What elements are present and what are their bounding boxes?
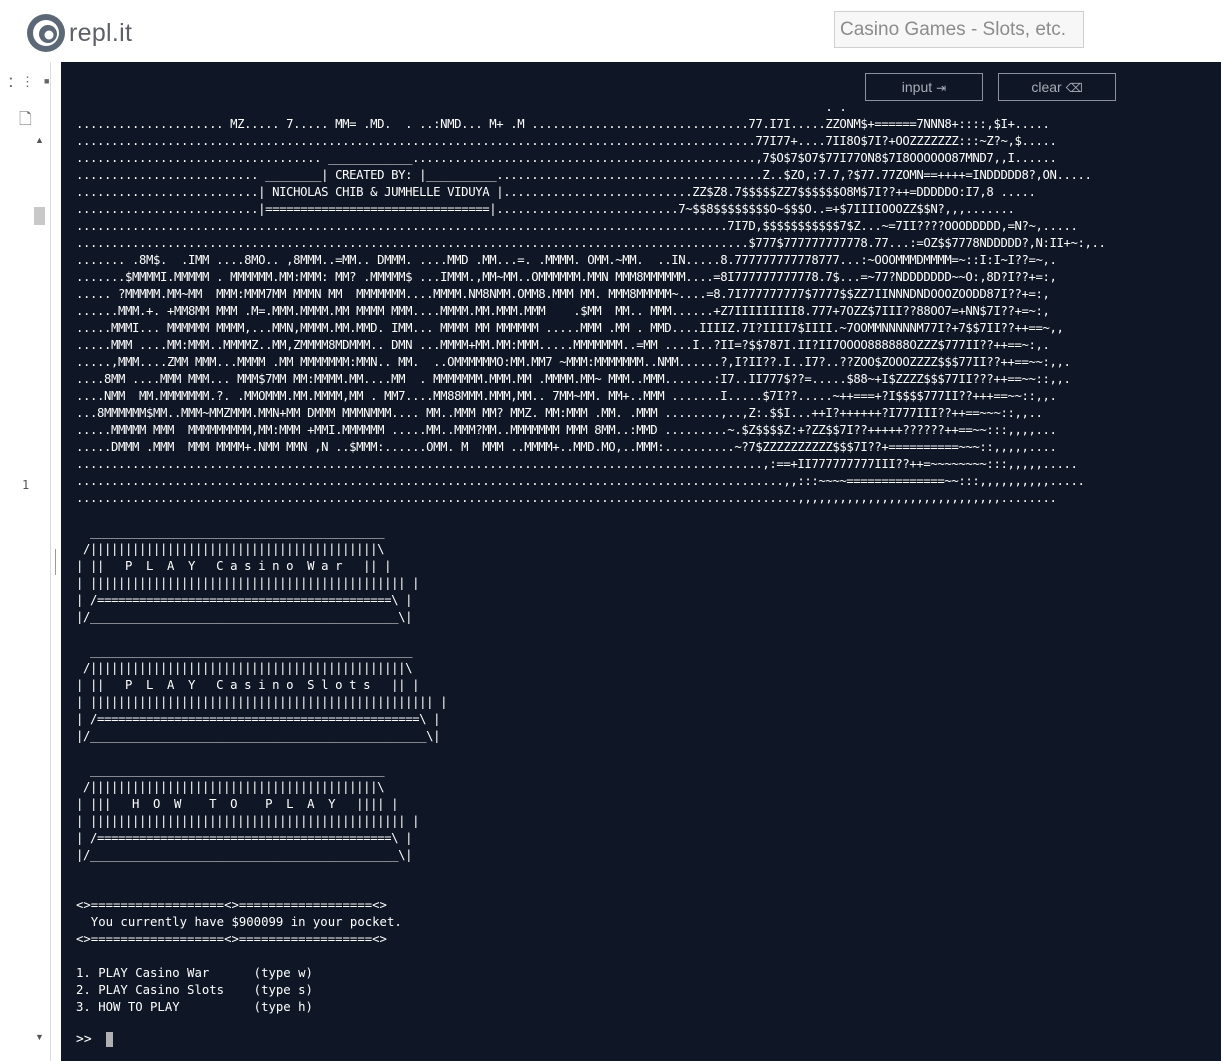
replit-logo-icon bbox=[27, 14, 65, 52]
replit-logo[interactable]: repl.it bbox=[26, 13, 132, 53]
project-title-input[interactable]: Casino Games - Slots, etc. bbox=[834, 11, 1084, 48]
clear-button-label: clear bbox=[1031, 79, 1062, 95]
menu-option-howto: 3. HOW TO PLAY (type h) bbox=[76, 1000, 313, 1014]
menu-option-war: 1. PLAY Casino War (type w) bbox=[76, 966, 313, 980]
pocket-border-top: <>==================<>==================… bbox=[76, 898, 387, 912]
drag-dots-icon[interactable]: ⋮ bbox=[21, 74, 34, 90]
sidebar-tools: ⠅ ⋮ ■ 🗋 bbox=[0, 62, 50, 138]
pocket-balance-text: You currently have $900099 in your pocke… bbox=[76, 915, 402, 929]
pocket-border-bottom: <>==================<>==================… bbox=[76, 932, 387, 946]
gutter-divider bbox=[50, 62, 51, 1061]
logo-text: repl.it bbox=[69, 18, 133, 47]
line-number: 1 bbox=[22, 478, 30, 492]
clear-icon: ⌫ bbox=[1065, 81, 1083, 95]
play-slots-banner: ________________________________________… bbox=[76, 644, 448, 743]
input-button[interactable]: input ⇥ bbox=[865, 73, 983, 101]
input-button-label: input bbox=[901, 79, 933, 95]
console-cursor[interactable] bbox=[105, 1032, 113, 1047]
console-prompt: >> bbox=[76, 1032, 92, 1047]
console-panel[interactable]: input ⇥ clear ⌫ . . ..................... … bbox=[61, 62, 1221, 1061]
scroll-up-arrow-icon[interactable]: ▲ bbox=[35, 135, 44, 145]
editor-gutter bbox=[0, 62, 61, 1061]
input-icon: ⇥ bbox=[936, 81, 947, 95]
ascii-art-logo: . . ..................... MZ..... 7.....… bbox=[76, 100, 1106, 505]
panel-handle-icon[interactable]: ■ bbox=[44, 76, 49, 86]
new-file-icon[interactable]: 🗋 bbox=[19, 108, 32, 135]
console-prompt-row[interactable]: >> bbox=[76, 1032, 113, 1047]
clear-button[interactable]: clear ⌫ bbox=[998, 73, 1116, 101]
editor-scrollbar-thumb[interactable] bbox=[34, 207, 45, 225]
scroll-down-arrow-icon[interactable]: ▼ bbox=[35, 1032, 44, 1042]
top-bar: repl.it Casino Games - Slots, etc. bbox=[0, 0, 1221, 62]
play-war-banner: ________________________________________… bbox=[76, 525, 420, 624]
pane-resize-handle[interactable] bbox=[55, 549, 56, 575]
menu-option-slots: 2. PLAY Casino Slots (type s) bbox=[76, 983, 313, 997]
how-to-play-banner: ________________________________________… bbox=[76, 763, 420, 862]
collapse-icon[interactable]: ⠅ bbox=[8, 76, 18, 92]
